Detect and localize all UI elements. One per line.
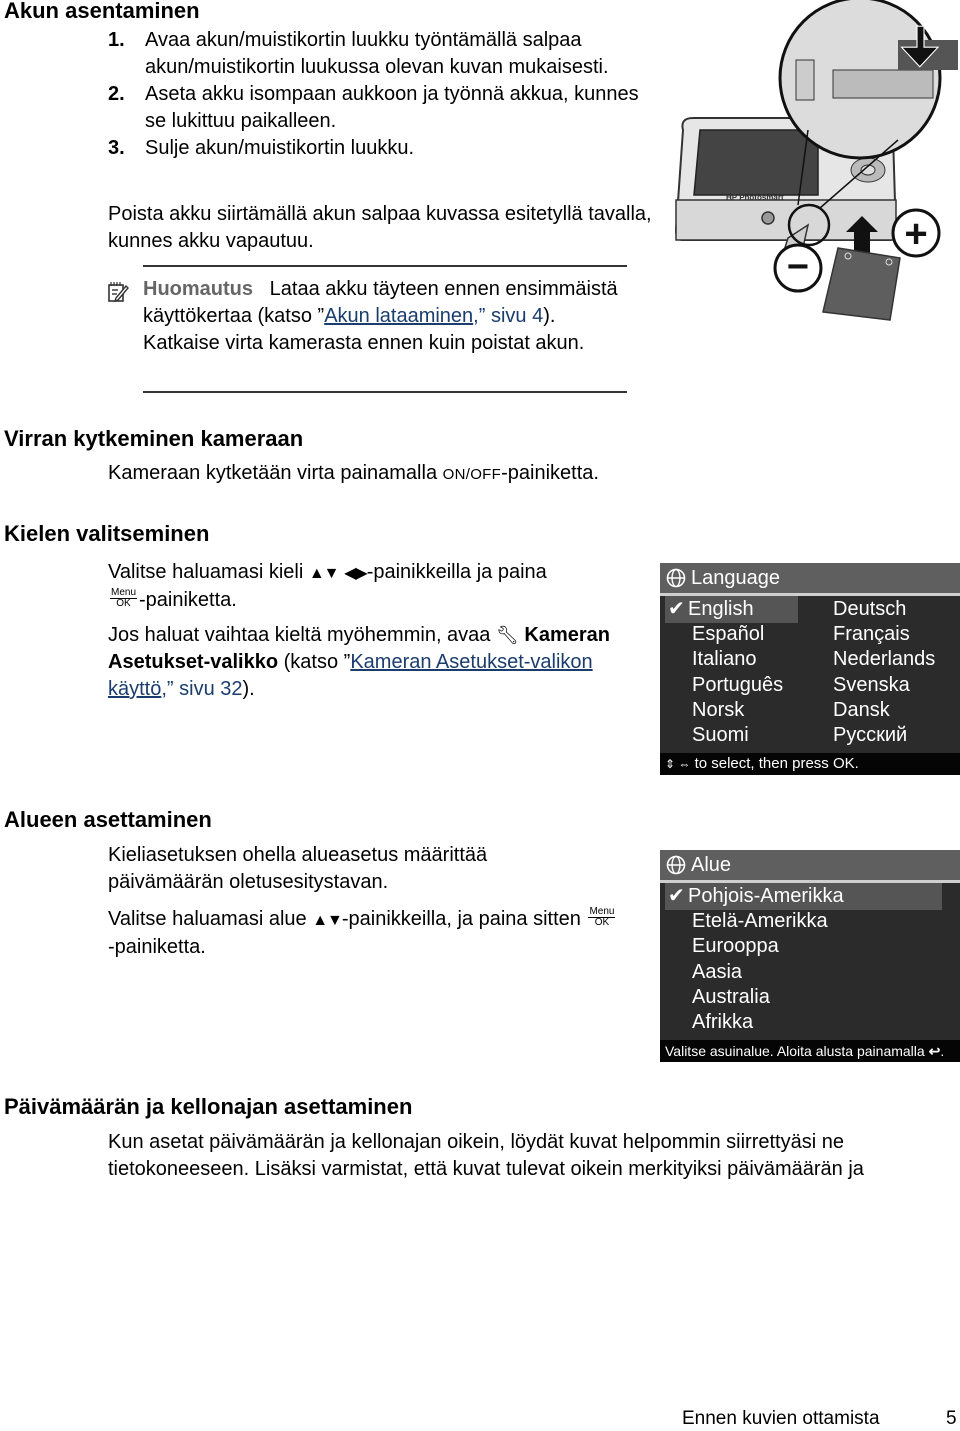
- language-option[interactable]: Deutsch: [833, 597, 906, 622]
- step-item: 2. Aseta akku isompaan aukkoon ja työnnä …: [108, 81, 648, 135]
- region-menu-screen: Alue ✔ Pohjois-Amerikka Etelä-Amerikka Eu…: [660, 850, 960, 1062]
- step-number: 1.: [108, 29, 125, 51]
- language-page-ref: ,” sivu 32: [161, 678, 243, 700]
- battery-steps: 1. Avaa akun/muistikortin luukku työntämä…: [108, 27, 648, 162]
- language-option[interactable]: Español: [692, 622, 764, 647]
- note-label: Huomautus: [143, 278, 253, 300]
- date-time-text: Kun asetat päivämäärän ja kellonajan oik…: [108, 1131, 864, 1180]
- region-p2-after: -painiketta.: [108, 936, 206, 958]
- region-option[interactable]: Etelä-Amerikka: [692, 909, 828, 934]
- language-p1-mid: -painikkeilla ja paina: [366, 561, 547, 583]
- globe-icon: [666, 568, 686, 588]
- region-option-selected[interactable]: ✔ Pohjois-Amerikka: [668, 884, 844, 909]
- page-number: 5: [946, 1408, 957, 1429]
- note-box: Huomautus Lataa akku täyteen ennen ensim…: [108, 265, 627, 393]
- language-option[interactable]: Svenska: [833, 673, 910, 698]
- ok-label: OK: [594, 916, 610, 928]
- camera-battery-illustration: HP Photosmart − +: [674, 0, 958, 321]
- language-option[interactable]: Português: [692, 673, 783, 698]
- language-p2-mid: (katso ”: [278, 651, 351, 673]
- region-p2-before: Valitse haluamasi alue: [108, 908, 313, 930]
- language-p2-before: Jos haluat vaihtaa kieltä myöhemmin, ava…: [108, 624, 496, 646]
- navigation-arrows-icon: ⇕ ⇔: [665, 757, 691, 771]
- language-menu-title-bar: Language: [660, 563, 960, 596]
- heading-power-on: Virran kytkeminen kameraan: [4, 426, 304, 451]
- menu-ok-button-icon: Menu OK: [588, 906, 616, 928]
- language-option[interactable]: Français: [833, 622, 910, 647]
- language-option[interactable]: Suomi: [692, 723, 749, 748]
- language-menu-footer: ⇕ ⇔ to select, then press OK.: [660, 753, 960, 775]
- region-footer-text: Valitse asuinalue. Aloita alusta painama…: [665, 1043, 925, 1059]
- note-text: Huomautus Lataa akku täyteen ennen ensim…: [143, 267, 627, 357]
- power-text-after: -painiketta.: [501, 462, 599, 484]
- language-option[interactable]: Русский: [833, 723, 907, 748]
- wrench-icon: 🔧︎: [495, 625, 519, 645]
- left-right-arrows-icon: ◀▶: [344, 565, 368, 582]
- step-text: Aseta akku isompaan aukkoon ja työnnä ak…: [145, 83, 639, 132]
- region-p2-mid: -painikkeilla, ja paina sitten: [341, 908, 587, 930]
- region-footer-end: .: [940, 1043, 945, 1059]
- region-option[interactable]: Eurooppa: [692, 934, 779, 959]
- region-option-label: Pohjois-Amerikka: [688, 885, 844, 907]
- step-item: 3. Sulje akun/muistikortin luukku.: [108, 135, 648, 162]
- region-option[interactable]: Australia: [692, 985, 770, 1010]
- language-menu-screen: Language ✔ English Español Italiano Portu…: [660, 563, 960, 775]
- heading-battery-install: Akun asentaminen: [4, 0, 200, 23]
- language-footer-text: to select, then press OK.: [694, 755, 859, 772]
- up-down-arrows-icon: ▲▼: [308, 565, 340, 582]
- step-number: 2.: [108, 83, 125, 105]
- language-change-later: Jos haluat vaihtaa kieltä myöhemmin, ava…: [108, 622, 628, 703]
- step-number: 3.: [108, 137, 125, 159]
- region-menu-title: Alue: [691, 853, 732, 876]
- language-option-english[interactable]: ✔ English: [668, 597, 754, 622]
- page-footer-chapter: Ennen kuvien ottamista: [682, 1408, 880, 1429]
- note-pencil-icon: [108, 282, 129, 303]
- region-option[interactable]: Aasia: [692, 960, 742, 985]
- heading-date-time: Päivämäärän ja kellonajan asettaminen: [4, 1094, 413, 1119]
- step-text: Sulje akun/muistikortin luukku.: [145, 137, 415, 159]
- brand-label: HP Photosmart: [726, 193, 784, 202]
- region-option[interactable]: Afrikka: [692, 1010, 753, 1035]
- region-menu-title-bar: Alue: [660, 850, 960, 883]
- language-option-label: English: [688, 598, 754, 620]
- up-down-arrows-icon: ▲▼: [312, 912, 343, 929]
- language-p1-before: Valitse haluamasi kieli: [108, 561, 309, 583]
- back-arrow-icon: ↩: [928, 1043, 941, 1059]
- heading-region: Alueen asettaminen: [4, 807, 212, 832]
- language-p2-after: ).: [242, 678, 255, 700]
- checkmark-icon: ✔: [668, 598, 685, 620]
- minus-symbol: −: [787, 246, 809, 288]
- power-text-before: Kameraan kytketään virta painamalla: [108, 462, 443, 484]
- ok-label: OK: [116, 597, 131, 609]
- checkmark-icon: ✔: [668, 885, 685, 907]
- region-menu-footer: Valitse asuinalue. Aloita alusta painama…: [660, 1040, 960, 1062]
- heading-language: Kielen valitseminen: [4, 521, 210, 546]
- step-text: Avaa akun/muistikortin luukku työntämäll…: [145, 29, 609, 78]
- on-off-button-label: ON/OFF: [442, 466, 502, 483]
- plus-symbol: +: [904, 212, 927, 256]
- language-option[interactable]: Dansk: [833, 698, 890, 723]
- note-page-ref: ,” sivu 4: [473, 305, 544, 327]
- language-option[interactable]: Italiano: [692, 647, 757, 672]
- power-text: Kameraan kytketään virta painamalla ON/O…: [108, 460, 599, 488]
- language-p1-after: -painiketta.: [139, 589, 237, 611]
- region-instructions: Valitse haluamasi alue ▲▼-painikkeilla, …: [108, 906, 618, 961]
- battery-remove-text: Poista akku siirtämällä akun salpaa kuva…: [108, 203, 652, 252]
- language-option[interactable]: Norsk: [692, 698, 744, 723]
- region-description: Kieliasetuksen ohella alueasetus määritt…: [108, 844, 488, 893]
- language-menu-title: Language: [691, 566, 780, 589]
- globe-icon: [666, 855, 686, 875]
- language-option[interactable]: Nederlands: [833, 647, 935, 672]
- menu-ok-button-icon: Menu OK: [110, 587, 138, 609]
- language-instructions: Valitse haluamasi kieli ▲▼ ◀▶-painikkeil…: [108, 559, 578, 614]
- link-akun-lataaminen[interactable]: Akun lataaminen: [324, 305, 473, 327]
- step-item: 1. Avaa akun/muistikortin luukku työntämä…: [108, 27, 648, 81]
